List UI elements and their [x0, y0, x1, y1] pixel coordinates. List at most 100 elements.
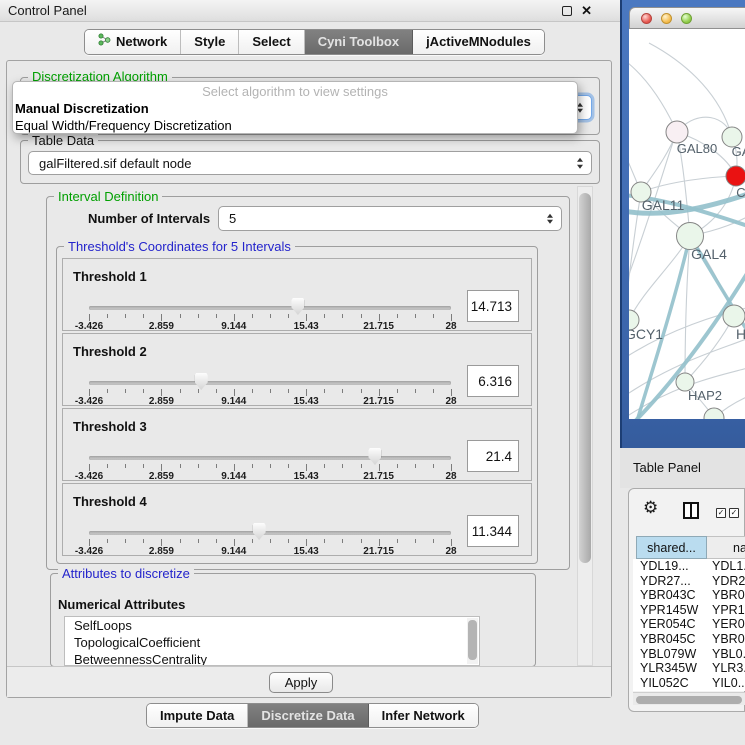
slider-tick-label: 21.715	[352, 471, 406, 482]
table-horizontal-scrollbar[interactable]	[633, 692, 745, 705]
interval-definition-title: Interval Definition	[54, 189, 162, 204]
network-node-label: GAL80	[677, 141, 717, 156]
slider-tick	[288, 389, 289, 393]
tab-infer-network[interactable]: Infer Network	[369, 704, 478, 727]
close-traffic-light[interactable]	[641, 13, 652, 24]
popup-placeholder-item[interactable]: Select algorithm to view settings	[13, 82, 577, 100]
threshold-value-field[interactable]: 14.713	[467, 290, 519, 322]
tab-style[interactable]: Style	[181, 30, 239, 54]
control-panel-tabs: Network Style Select Cyni Toolbox jActiv…	[84, 29, 545, 55]
table-row[interactable]: YDL19...YDL1...	[633, 559, 745, 574]
slider-tick	[125, 314, 126, 318]
panel-vertical-scrollbar[interactable]	[577, 186, 593, 666]
attribute-list-item[interactable]: TopologicalCoefficient	[65, 634, 479, 651]
slider-tick	[180, 314, 181, 318]
cyni-bottom-tabs: Impute Data Discretize Data Infer Networ…	[146, 703, 479, 728]
cell-shared-name: YBR043C	[633, 588, 706, 603]
slider-tick	[125, 389, 126, 393]
cell-shared-name: YLR345W	[633, 661, 706, 676]
slider-tick	[379, 314, 380, 321]
apply-button[interactable]: Apply	[269, 672, 333, 693]
slider-tick-label: 15.43	[279, 471, 333, 482]
slider-track[interactable]	[89, 531, 451, 535]
table-row[interactable]: YLR345WYLR3...	[633, 661, 745, 676]
slider-tick	[306, 464, 307, 471]
tab-network[interactable]: Network	[85, 30, 181, 54]
table-data-combobox[interactable]: galFiltered.sif default node	[28, 151, 592, 175]
slider-tick-label: 21.715	[352, 321, 406, 332]
threshold-label: Threshold 3	[73, 419, 147, 434]
table-row[interactable]: YDR27...YDR2...	[633, 574, 745, 589]
network-node[interactable]	[666, 121, 688, 143]
panel-title: Control Panel	[8, 3, 87, 18]
gear-icon[interactable]: ⚙	[643, 499, 658, 516]
table-row[interactable]: YER054CYER0...	[633, 617, 745, 632]
slider-tick	[107, 389, 108, 393]
tab-label: Network	[116, 30, 167, 54]
slider-track[interactable]	[89, 456, 451, 460]
table-row[interactable]: YIL052CYIL0...	[633, 676, 745, 691]
table-rows[interactable]: YDL19...YDL1...YDR27...YDR2...YBR043CYBR…	[633, 559, 745, 691]
slider-track[interactable]	[89, 381, 451, 385]
network-node[interactable]	[723, 305, 745, 327]
tab-impute-data[interactable]: Impute Data	[147, 704, 248, 727]
float-window-icon[interactable]	[562, 6, 572, 16]
slider-tick	[397, 539, 398, 543]
slider-tick	[451, 314, 452, 321]
slider-tick	[216, 539, 217, 543]
threshold-value-field[interactable]: 21.4	[467, 440, 519, 472]
popup-item-manual-discretization[interactable]: Manual Discretization	[13, 100, 577, 117]
network-edge	[641, 176, 736, 192]
checkbox-icon[interactable]: ✓	[729, 508, 739, 518]
slider-tick	[451, 539, 452, 546]
network-node[interactable]	[704, 408, 724, 419]
slider-tick	[397, 314, 398, 318]
slider-thumb[interactable]	[195, 373, 208, 390]
table-row[interactable]: YBR045CYBR0...	[633, 632, 745, 647]
slider-tick-label: 28	[424, 321, 478, 332]
column-header-name[interactable]: na	[707, 536, 745, 559]
slider-tick	[306, 389, 307, 396]
zoom-traffic-light[interactable]	[681, 13, 692, 24]
attributes-list-scrollbar[interactable]	[467, 618, 478, 664]
tab-discretize-data[interactable]: Discretize Data	[248, 704, 368, 727]
slider-tick-label: 28	[424, 471, 478, 482]
cell-name: YDL1...	[706, 559, 745, 574]
tab-cyni-toolbox[interactable]: Cyni Toolbox	[305, 30, 413, 54]
minimize-traffic-light[interactable]	[661, 13, 672, 24]
slider-tick	[288, 314, 289, 318]
slider-tick	[161, 389, 162, 396]
numerical-attributes-list[interactable]: SelfLoopsTopologicalCoefficientBetweenne…	[64, 616, 480, 666]
slider-tick	[216, 464, 217, 468]
network-canvas[interactable]: GAL80GACGAL11GAL4GCY1HHAP2	[629, 29, 745, 419]
cell-name: YLR3...	[706, 661, 745, 676]
checkbox-icon[interactable]: ✓	[716, 508, 726, 518]
table-row[interactable]: YBR043CYBR0...	[633, 588, 745, 603]
slider-thumb[interactable]	[291, 298, 304, 315]
slider-thumb[interactable]	[368, 448, 381, 465]
threshold-value-field[interactable]: 6.316	[467, 365, 519, 397]
table-row[interactable]: YBL079WYBL0...	[633, 647, 745, 662]
split-columns-icon[interactable]	[683, 502, 699, 519]
attribute-list-item[interactable]: SelfLoops	[65, 617, 479, 634]
close-icon[interactable]: ✕	[581, 3, 592, 19]
table-row[interactable]: YPR145WYPR1...	[633, 603, 745, 618]
slider-tick	[324, 314, 325, 318]
slider-track[interactable]	[89, 306, 451, 310]
slider-tick	[252, 539, 253, 543]
slider-thumb[interactable]	[253, 523, 266, 540]
network-node[interactable]	[726, 166, 745, 186]
popup-item-equal-width-frequency[interactable]: Equal Width/Frequency Discretization	[13, 117, 577, 134]
network-graph: GAL80GACGAL11GAL4GCY1HHAP2	[629, 29, 745, 419]
slider-tick-label: -3.426	[62, 546, 116, 557]
slider-tick	[252, 464, 253, 468]
control-panel-titlebar: Control Panel ✕	[0, 0, 620, 22]
attribute-list-item[interactable]: BetweennessCentrality	[65, 651, 479, 666]
slider-tick	[324, 539, 325, 543]
tab-jactivemnodules[interactable]: jActiveMNodules	[413, 30, 544, 54]
number-of-intervals-combobox[interactable]: 5	[218, 206, 562, 231]
slider-tick	[143, 539, 144, 543]
tab-select[interactable]: Select	[239, 30, 304, 54]
threshold-value-field[interactable]: 11.344	[467, 515, 519, 547]
column-header-shared[interactable]: shared...	[636, 536, 707, 559]
